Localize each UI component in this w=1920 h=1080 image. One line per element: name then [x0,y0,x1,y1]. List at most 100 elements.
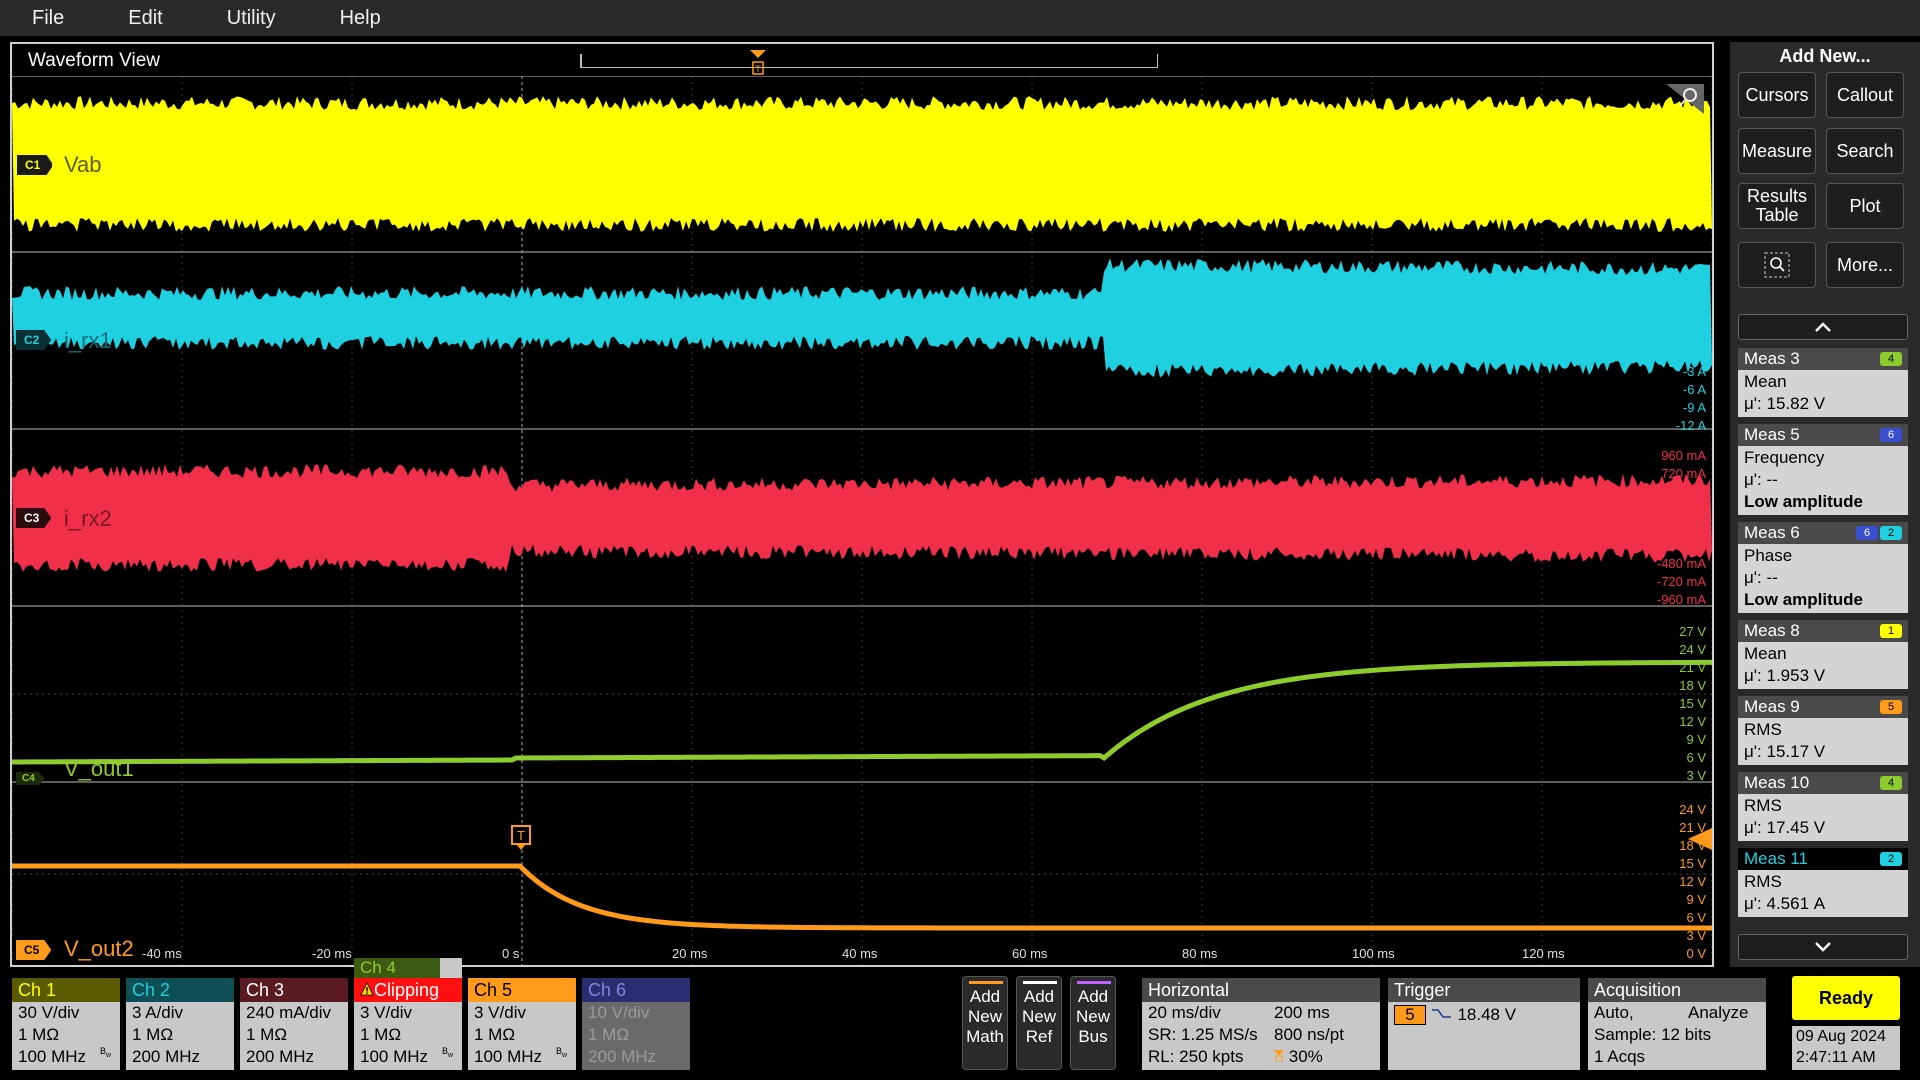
measure-button[interactable]: Measure [1738,128,1816,174]
measurement-type: Phase [1744,546,1793,565]
measurement-card[interactable]: Meas 11 2 RMS μ': 4.561 A [1738,848,1908,917]
channel-setting: 1 MΩ [246,1025,288,1044]
add-new-bus-button[interactable]: Add New Bus [1070,976,1116,1070]
measurement-source-badge: 5 [1880,700,1902,714]
horizontal-title: Horizontal [1142,978,1380,1002]
svg-text:T: T [755,64,761,74]
plot-button[interactable]: Plot [1826,183,1904,229]
measurement-type: Mean [1744,644,1787,663]
record-overview-bar[interactable] [580,54,1158,68]
chevron-up-icon [1815,322,1831,332]
scroll-down-button[interactable] [1738,934,1908,960]
measurement-card[interactable]: Meas 3 4 Mean μ': 15.82 V [1738,348,1908,417]
vab-trace [12,96,1712,232]
menu-file[interactable]: File [0,7,96,30]
channel-card-label: Ch 1 [12,978,120,1002]
search-button[interactable]: Search [1826,128,1904,174]
measurement-source-badge: 1 [1880,624,1902,638]
measurement-type: Mean [1744,372,1787,391]
channel-setting: 10 V/div [588,1003,650,1022]
time-per-point: 800 ns/pt [1274,1025,1344,1044]
measurement-source-badge: 6 [1856,526,1878,540]
trigger-source: 5 [1394,1005,1426,1025]
measurement-title: Meas 9 5 [1738,696,1908,718]
trigger-panel[interactable]: Trigger 5 18.48 V [1388,978,1580,1070]
channel-setting: 100 MHz [360,1047,429,1066]
vertical-scale-label: -6 A [1682,382,1706,397]
measurement-value: μ': 17.45 V [1744,818,1826,837]
measurement-card[interactable]: Meas 9 5 RMS μ': 15.17 V [1738,696,1908,765]
channel-card-2[interactable]: Ch 23 A/div 1 MΩ 200 MHz [126,978,234,1070]
measurement-card[interactable]: Meas 6 2 6 Phase μ': -- Low amplitude [1738,522,1908,613]
measurement-value: μ': -- [1744,470,1778,489]
channel-badge-c2[interactable]: C2 [16,330,52,350]
callout-button[interactable]: Callout [1826,72,1904,118]
channel-badge-c3[interactable]: C3 [16,508,52,528]
menu-edit[interactable]: Edit [96,7,194,30]
vertical-scale-label: 0 A [1687,346,1706,361]
vertical-scale-label: -240 mA [1656,538,1706,553]
add-new-ref-button[interactable]: Add New Ref [1016,976,1062,1070]
time-axis-label: -40 ms [142,946,182,961]
menu-help[interactable]: Help [308,7,413,30]
waveform-plot[interactable]: T [12,76,1712,966]
acquisition-title: Acquisition [1588,978,1766,1002]
channel-badge-c5[interactable]: C5 [16,940,52,960]
vertical-scale-label: 3 V [1686,768,1706,783]
measurement-status: Low amplitude [1744,492,1863,511]
waveform-view[interactable]: Waveform View T T C1 Vab C2 i_rx1 C3 i_r… [10,42,1714,967]
vertical-scale-label: 24 V [1679,642,1706,657]
measurement-source-badge: 2 [1880,852,1902,866]
add-new-ref-label: Add New Ref [1021,987,1056,1046]
acquisition-count: 1 Acqs [1594,1047,1646,1066]
channel-card-1[interactable]: Ch 1 30 V/div 1 MΩ 100 MHz Bw [12,978,120,1070]
channel-setting: 1 MΩ [360,1025,402,1044]
measurement-value: μ': 15.17 V [1744,742,1826,761]
trigger-title: Trigger [1388,978,1580,1002]
results-table-button[interactable]: Results Table [1738,183,1816,229]
bandwidth-limit-icon: Bw [556,1044,570,1066]
measurement-card[interactable]: Meas 10 4 RMS μ': 17.45 V [1738,772,1908,841]
sample-rate: SR: 1.25 MS/s [1148,1025,1258,1044]
channel-card-3[interactable]: Ch 3 240 mA/div 1 MΩ 200 MHz [240,978,348,1070]
vertical-scale-label: 15 V [1679,856,1706,871]
horizontal-panel[interactable]: Horizontal 20 ms/div 200 ms SR: 1.25 MS/… [1142,978,1380,1070]
measurement-card[interactable]: Meas 5 6 Frequency μ': -- Low amplitude [1738,424,1908,515]
results-sidebar: Add New... Cursors Callout Measure Searc… [1730,42,1920,967]
sample-bits: Sample: 12 bits [1594,1025,1712,1044]
vertical-scale-label: 240 mA [1661,502,1706,517]
measurement-source-badge: 6 [1880,428,1902,442]
zoom-box-button[interactable] [1738,242,1816,288]
menu-bar: File Edit Utility Help [0,0,1920,36]
measurement-name: Meas 10 [1744,773,1810,792]
horizontal-position: 200 ms [1274,1003,1330,1022]
vertical-scale-label: 21 V [1679,660,1706,675]
vertical-scale-label: 30 V [1679,156,1706,171]
add-new-bus-label: Add New Bus [1075,987,1110,1046]
channel-setting: 240 mA/div [246,1003,332,1022]
channel-card-6[interactable]: Ch 6 10 V/div 1 MΩ 200 MHz [582,978,690,1070]
vertical-scale-label: 15 V [1679,696,1706,711]
channel-setting: 200 MHz [132,1047,201,1066]
vertical-scale-label: -60 V [1674,210,1706,225]
channel-card-label: Ch 3 [240,978,348,1002]
menu-utility[interactable]: Utility [195,7,308,30]
channel-card-4[interactable]: Ch 4 Clipping 3 V/div 1 MΩ 100 MHz Bw [354,958,462,1070]
trigger-level-marker[interactable] [1688,828,1712,850]
cursors-button[interactable]: Cursors [1738,72,1816,118]
channel-badge-c1[interactable]: C1 [16,154,54,176]
measurement-status: Low amplitude [1744,590,1863,609]
channel-setting: 3 A/div [132,1003,184,1022]
scroll-up-button[interactable] [1738,314,1908,340]
add-new-math-button[interactable]: Add New Math [962,976,1008,1070]
more-button[interactable]: More... [1826,242,1904,288]
channel-card-5[interactable]: Ch 53 V/div 1 MΩ 100 MHz Bw [468,978,576,1070]
channel-badge-c4[interactable]: C4 [16,772,45,785]
acquisition-panel[interactable]: Acquisition Auto, Analyze Sample: 12 bit… [1588,978,1766,1070]
zoom-icon[interactable] [1666,84,1704,114]
svg-text:w: w [105,1052,112,1057]
channel-card-label: Ch 4 [354,958,440,978]
run-stop-status-button[interactable]: Ready [1792,976,1900,1020]
trigger-point-marker: T [511,825,531,850]
measurement-card[interactable]: Meas 8 1 Mean μ': 1.953 V [1738,620,1908,689]
